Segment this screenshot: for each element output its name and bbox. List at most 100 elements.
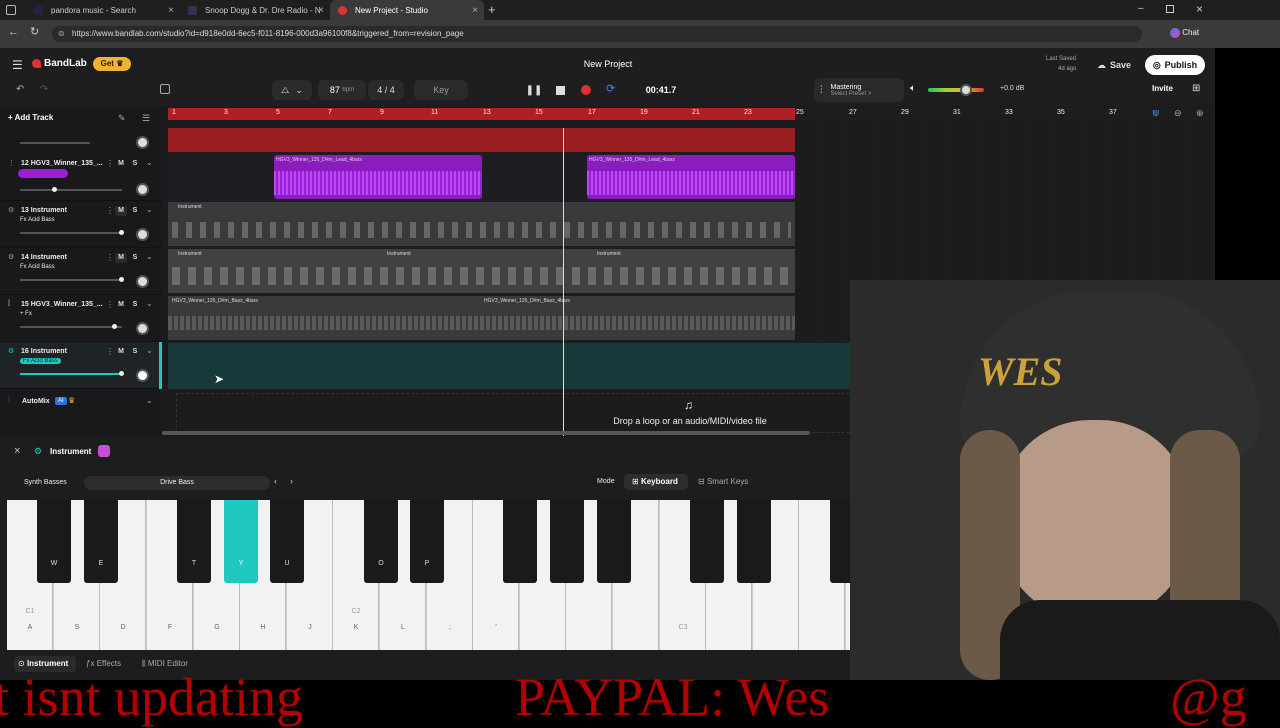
- track-header-13[interactable]: ⚙ 13 Instrument Fx Acid Bass ⋮ M S ⌄: [0, 201, 162, 248]
- black-key[interactable]: E: [84, 500, 118, 583]
- pan-knob[interactable]: [136, 369, 149, 382]
- track-options-icon[interactable]: ☰: [142, 113, 150, 124]
- black-key[interactable]: [690, 500, 724, 583]
- volume-slider[interactable]: [20, 324, 122, 329]
- clip-bass-15[interactable]: HGV3_Winner_135_D#m_Bass_4bars HGV3_Winn…: [168, 296, 795, 340]
- mute-button[interactable]: M: [115, 206, 127, 216]
- clip-track-11[interactable]: [168, 128, 795, 152]
- preset-select[interactable]: Drive Bass: [84, 476, 270, 490]
- site-info-icon[interactable]: ⊜: [58, 26, 65, 42]
- master-volume-slider[interactable]: [928, 84, 984, 96]
- solo-button[interactable]: S: [129, 253, 141, 263]
- track-header-16[interactable]: ⚙ 16 Instrument Fx Acid Bass ⋮ M S ⌄: [0, 342, 162, 389]
- maximize-icon[interactable]: [1166, 5, 1174, 13]
- tab-snoop-radio[interactable]: Snoop Dogg & Dr. Dre Radio - N ×: [180, 0, 330, 20]
- chevron-down-icon[interactable]: ⌄: [146, 346, 153, 355]
- next-preset-icon[interactable]: ›: [290, 476, 293, 486]
- magic-wand-icon[interactable]: ✎: [118, 113, 126, 124]
- close-window-icon[interactable]: ×: [1196, 2, 1203, 16]
- key-button[interactable]: Key: [414, 80, 468, 100]
- pan-knob[interactable]: [136, 228, 149, 241]
- chat-button[interactable]: Chat: [1170, 25, 1210, 41]
- black-key[interactable]: [503, 500, 537, 583]
- refresh-icon[interactable]: ↻: [30, 25, 39, 38]
- pause-button[interactable]: ❚❚: [524, 80, 544, 100]
- solo-button[interactable]: S: [129, 206, 141, 216]
- chevron-down-icon[interactable]: ⌄: [146, 299, 153, 308]
- zoom-out-icon[interactable]: ⊖: [1174, 108, 1182, 119]
- chevron-down-icon[interactable]: ⌄: [146, 396, 153, 405]
- add-track-button[interactable]: + Add Track: [8, 113, 53, 122]
- mastering-button[interactable]: ⫶ Mastering Select Preset >: [814, 78, 904, 102]
- mixer-toggle-icon[interactable]: [160, 84, 170, 94]
- chevron-down-icon[interactable]: ⌄: [146, 205, 153, 214]
- project-title[interactable]: New Project: [560, 59, 656, 69]
- close-tab-icon[interactable]: ×: [168, 5, 174, 16]
- track-header-15[interactable]: ⫿ 15 HGV3_Winner_135_... + Fx ⋮ M S ⌄: [0, 295, 162, 342]
- clip-lead-b[interactable]: HGV3_Winner_135_D#m_Lead_4bars: [587, 155, 795, 199]
- loop-icon[interactable]: ⟳: [606, 82, 615, 95]
- mute-button[interactable]: M: [115, 300, 127, 310]
- publish-button[interactable]: ◎ Publish: [1145, 55, 1205, 75]
- pan-knob[interactable]: [136, 322, 149, 335]
- minimize-icon[interactable]: –: [1138, 3, 1144, 14]
- track-header-14[interactable]: ⚙ 14 Instrument Fx Acid Bass ⋮ M S ⌄: [0, 248, 162, 295]
- new-tab-icon[interactable]: +: [488, 2, 496, 17]
- volume-slider[interactable]: [20, 187, 122, 192]
- clip-instrument-14[interactable]: Instrument Instrument Instrument: [168, 249, 795, 293]
- mute-button[interactable]: M: [115, 347, 127, 357]
- playhead[interactable]: [563, 128, 564, 436]
- track-11-pan-knob[interactable]: [136, 136, 149, 149]
- zoom-in-icon[interactable]: ⊕: [1196, 108, 1204, 119]
- chevron-down-icon[interactable]: ⌄: [146, 158, 153, 167]
- black-key[interactable]: [550, 500, 584, 583]
- volume-slider[interactable]: [20, 230, 124, 235]
- close-tab-icon[interactable]: ×: [472, 5, 478, 16]
- fx-chip[interactable]: [18, 169, 68, 178]
- url-input[interactable]: ⊜ https://www.bandlab.com/studio?id=d918…: [52, 26, 1142, 42]
- track-options-icon[interactable]: ⋮: [106, 206, 114, 215]
- mute-button[interactable]: M: [115, 159, 127, 169]
- volume-handle[interactable]: [960, 84, 972, 96]
- snap-icon[interactable]: ⋓: [1152, 108, 1160, 119]
- clip-instrument-13[interactable]: Instrument: [168, 202, 795, 246]
- category-select[interactable]: Synth Basses: [14, 476, 84, 490]
- record-button[interactable]: [581, 85, 591, 95]
- keyboard-mode-button[interactable]: ⊞ Keyboard: [624, 474, 688, 490]
- solo-button[interactable]: S: [129, 300, 141, 310]
- volume-slider[interactable]: [20, 277, 124, 282]
- track-options-icon[interactable]: ⋮: [106, 159, 114, 168]
- time-signature-field[interactable]: 4 / 4: [368, 80, 404, 100]
- automix-row[interactable]: ⫶ AutoMix AI ♛ ⌄: [0, 392, 162, 412]
- track-header-12[interactable]: ⋮ 12 HGV3_Winner_135_... ⋮ M S ⌄: [0, 154, 162, 201]
- window-menu-icon[interactable]: [6, 5, 16, 15]
- get-membership-button[interactable]: Get ♛: [93, 57, 131, 71]
- clip-lead-a[interactable]: HGV3_Winner_135_D#m_Lead_4bars: [274, 155, 482, 199]
- solo-button[interactable]: S: [129, 347, 141, 357]
- black-key-pressed[interactable]: Y: [224, 500, 258, 583]
- track-instrument[interactable]: Fx Acid Bass: [20, 358, 61, 364]
- pan-knob[interactable]: [136, 275, 149, 288]
- metronome-button[interactable]: ⧍ ⌄: [272, 80, 312, 100]
- black-key[interactable]: T: [177, 500, 211, 583]
- chevron-down-icon[interactable]: ⌄: [146, 252, 153, 261]
- horizontal-scrollbar[interactable]: [162, 431, 810, 435]
- invite-button[interactable]: Invite: [1152, 84, 1173, 93]
- smart-keys-button[interactable]: ⊟ Smart Keys: [694, 474, 758, 490]
- stop-button[interactable]: [556, 86, 565, 95]
- track-options-icon[interactable]: ⋮: [106, 253, 114, 262]
- prev-preset-icon[interactable]: ‹: [274, 476, 277, 486]
- close-tab-icon[interactable]: ×: [318, 5, 324, 16]
- black-key[interactable]: U: [270, 500, 304, 583]
- black-key[interactable]: [737, 500, 771, 583]
- back-icon[interactable]: ←: [8, 26, 19, 38]
- track-options-icon[interactable]: ⋮: [106, 347, 114, 356]
- undo-icon[interactable]: ↶: [16, 84, 24, 95]
- tab-new-project[interactable]: New Project - Studio ×: [330, 0, 484, 20]
- tab-pandora[interactable]: pandora music - Search ×: [26, 0, 180, 20]
- tempo-field[interactable]: 87 bpm: [318, 80, 366, 100]
- black-key[interactable]: O: [364, 500, 398, 583]
- track-11-volume-slider[interactable]: [20, 142, 90, 144]
- gift-icon[interactable]: ⊞: [1192, 83, 1200, 94]
- hamburger-menu-icon[interactable]: ☰: [12, 58, 23, 72]
